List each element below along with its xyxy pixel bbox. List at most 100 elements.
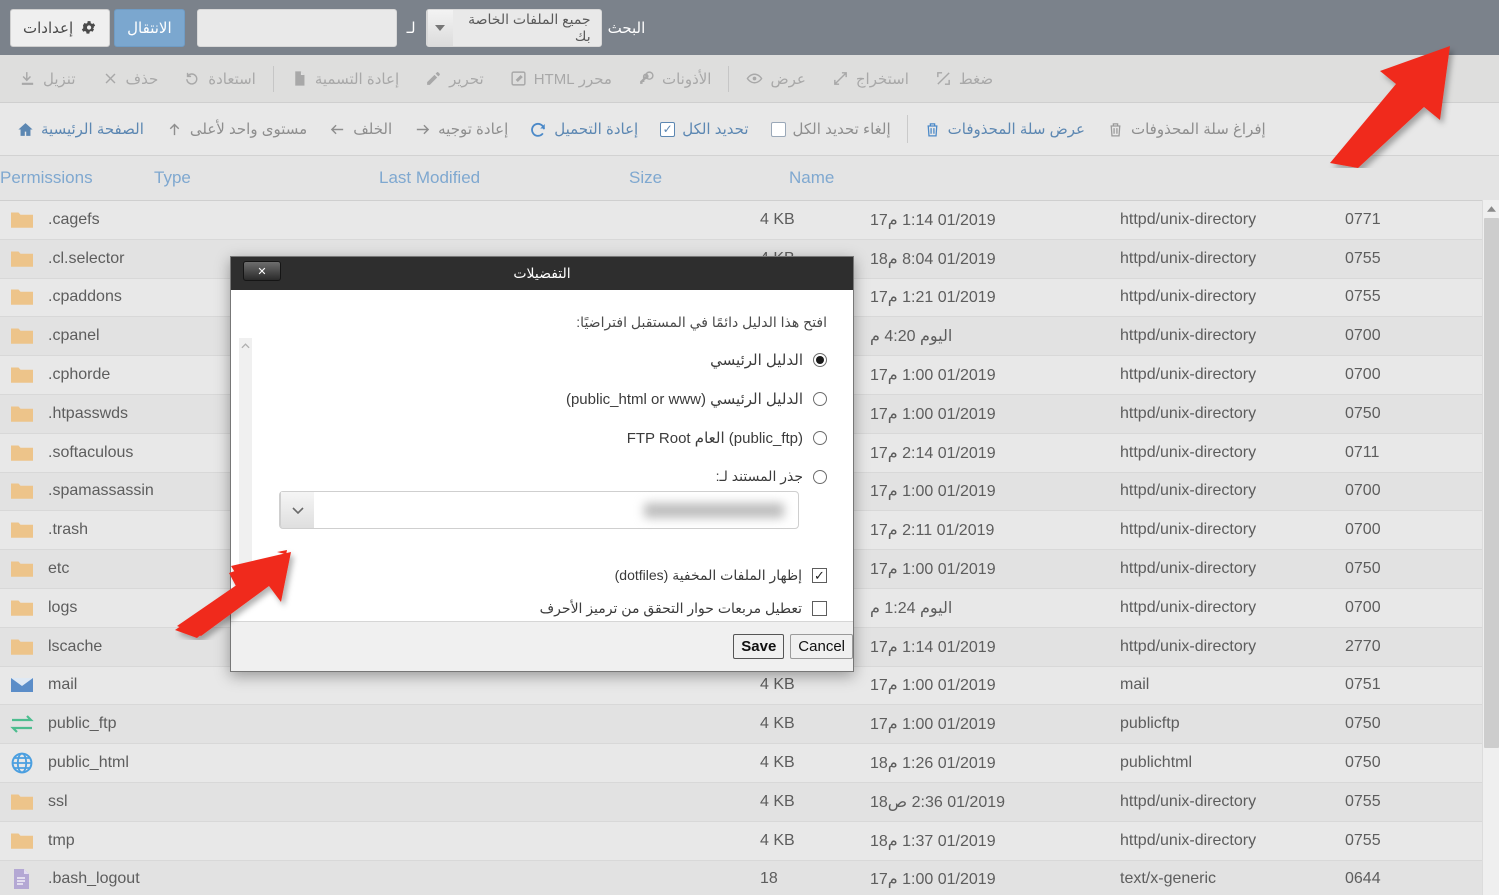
save-button[interactable]: Save xyxy=(733,634,785,659)
table-row[interactable]: public_html 4 KB 01/2019 1:26 م18 publichtm… xyxy=(0,744,1499,783)
toolbar-forward-label: إعادة توجيه xyxy=(438,121,509,138)
toolbar-extract[interactable]: استخراج xyxy=(819,56,922,102)
file-permissions-cell: 0755 xyxy=(1345,288,1381,306)
file-name-cell[interactable]: tmp xyxy=(0,830,760,852)
column-header-name[interactable]: Name xyxy=(739,168,1499,188)
radio-option-public-html[interactable]: الدليل الرئيسي (public_html or www) xyxy=(257,390,827,408)
dialog-scrollbar[interactable] xyxy=(239,338,252,588)
checkbox-checked-icon[interactable] xyxy=(812,568,827,583)
toolbar-forward[interactable]: إعادة توجيه xyxy=(403,104,519,155)
file-modified-cell: 01/2019 2:11 م17 xyxy=(870,522,995,540)
toolbar-home[interactable]: الصفحة الرئيسية xyxy=(6,104,155,155)
toolbar-up-one-level[interactable]: مستوى واحد لأعلى xyxy=(155,104,318,155)
toolbar-unselect-all[interactable]: إلغاء تحديد الكل xyxy=(760,104,902,155)
table-row[interactable]: .bash_logout 18 01/2019 1:00 م17 text/x-gen… xyxy=(0,860,1499,895)
file-modified-cell: 01/2019 1:00 م17 xyxy=(870,483,996,501)
table-row[interactable]: ssl 4 KB 01/2019 2:36 ص18 httpd/unix-direct… xyxy=(0,782,1499,822)
radio-option-home-dir[interactable]: الدليل الرئيسي xyxy=(257,351,827,369)
toolbar-delete[interactable]: حذف xyxy=(89,56,172,102)
checkbox-disable-charset-dialog[interactable]: تعطيل مربعات حوار التحقق من ترميز الأحرف xyxy=(257,600,827,617)
toolbar-download[interactable]: تنزيل xyxy=(6,56,89,102)
file-type-cell: httpd/unix-directory xyxy=(1120,831,1257,849)
checkbox-empty-icon[interactable] xyxy=(812,601,827,616)
radio-option-document-root-label: جذر المستند لـ: xyxy=(715,468,803,484)
page-scrollbar[interactable] xyxy=(1482,200,1499,895)
file-size-cell: 4 KB xyxy=(760,715,795,733)
column-header-permissions[interactable]: Permissions xyxy=(0,168,154,188)
toolbar-restore-label: استعادة xyxy=(208,70,256,88)
close-icon: ✕ xyxy=(257,265,267,278)
table-row[interactable]: tmp 4 KB 01/2019 1:37 م18 httpd/unix-direct… xyxy=(0,821,1499,861)
search-scope-select[interactable]: جميع الملفات الخاصة بك xyxy=(425,8,602,47)
toolbar-empty-trash[interactable]: إفراغ سلة المحذوفات xyxy=(1096,104,1277,155)
scrollbar-thumb[interactable] xyxy=(1484,218,1499,748)
radio-icon-selected[interactable] xyxy=(813,353,827,367)
save-button-label: Save xyxy=(741,638,777,655)
checkbox-show-hidden-files[interactable]: إظهار الملفات المخفية (dotfiles) xyxy=(257,567,827,584)
folder-icon xyxy=(10,248,34,270)
file-name-cell[interactable]: .bash_logout xyxy=(0,868,760,890)
settings-button-label: إعدادات xyxy=(23,19,74,37)
file-name-label: .softaculous xyxy=(48,443,134,461)
file-name-cell[interactable]: .cagefs xyxy=(0,209,760,231)
document-root-value xyxy=(644,502,784,518)
radio-option-home-dir-label: الدليل الرئيسي xyxy=(710,352,803,369)
document-root-select[interactable] xyxy=(279,491,799,529)
file-name-label: .cphorde xyxy=(48,366,111,384)
toolbar-view-trash[interactable]: عرض سلة المحذوفات xyxy=(913,104,1096,155)
table-row[interactable]: mail 4 KB 01/2019 1:00 م17 mail 0751 xyxy=(0,666,1499,706)
file-name-cell[interactable]: public_html xyxy=(0,752,760,774)
cancel-button[interactable]: Cancel xyxy=(790,634,853,659)
toolbar-rename[interactable]: إعادة التسمية xyxy=(278,56,412,102)
file-name-label: .cpanel xyxy=(48,327,100,345)
file-size-cell: 4 KB xyxy=(760,831,795,849)
toolbar-back[interactable]: الخلف xyxy=(318,104,403,155)
toolbar-view-label: عرض xyxy=(770,70,806,88)
toolbar-compress[interactable]: ضغط xyxy=(922,56,1006,102)
radio-option-document-root[interactable]: جذر المستند لـ: xyxy=(257,468,827,485)
folder-icon xyxy=(10,636,34,658)
column-header-last-modified[interactable]: Last Modified xyxy=(379,168,629,188)
settings-button[interactable]: إعدادات xyxy=(10,8,111,47)
dialog-scroll-up-icon[interactable] xyxy=(239,338,252,354)
column-header-size[interactable]: Size xyxy=(629,168,739,188)
toolbar-delete-label: حذف xyxy=(125,70,159,88)
arrow-up-icon xyxy=(166,121,183,138)
file-type-cell: text/x-generic xyxy=(1120,870,1217,888)
close-button[interactable]: ✕ xyxy=(243,261,281,281)
file-permissions-cell: 0750 xyxy=(1345,715,1381,733)
dialog-scroll-down-icon[interactable] xyxy=(239,572,252,588)
toolbar-select-all-label: تحديد الكل xyxy=(682,121,749,138)
toolbar-up-one-level-label: مستوى واحد لأعلى xyxy=(189,121,308,138)
column-header-type[interactable]: Type xyxy=(154,168,379,188)
goto-path-input[interactable] xyxy=(196,8,397,47)
globe-icon xyxy=(10,752,34,774)
toolbar-permissions[interactable]: الأذونات xyxy=(625,56,725,102)
file-name-cell[interactable]: ssl xyxy=(0,791,760,813)
radio-icon[interactable] xyxy=(813,431,827,445)
file-modified-cell: 01/2019 1:00 م17 xyxy=(870,716,996,734)
folder-icon xyxy=(10,325,34,347)
radio-icon[interactable] xyxy=(813,469,827,484)
key-icon xyxy=(638,70,655,87)
toolbar-view[interactable]: عرض xyxy=(733,56,818,102)
scroll-up-icon[interactable] xyxy=(1483,200,1499,217)
goto-button[interactable]: الانتقال xyxy=(114,8,185,47)
toolbar-rename-label: إعادة التسمية xyxy=(314,70,400,88)
transfer-icon xyxy=(10,713,34,735)
file-name-label: .bash_logout xyxy=(48,870,140,888)
radio-icon[interactable] xyxy=(813,392,827,406)
table-row[interactable]: public_ftp 4 KB 01/2019 1:00 م17 publicftp 0… xyxy=(0,705,1499,745)
file-name-cell[interactable]: mail xyxy=(0,674,760,696)
toolbar-edit[interactable]: تحرير xyxy=(412,56,497,102)
toolbar-select-all[interactable]: تحديد الكل xyxy=(649,104,759,155)
table-row[interactable]: .cagefs 4 KB 01/2019 1:14 م17 httpd/unix-di… xyxy=(0,201,1499,240)
toolbar-restore[interactable]: استعادة xyxy=(171,56,269,102)
trash-icon xyxy=(924,121,941,138)
file-name-cell[interactable]: public_ftp xyxy=(0,713,760,735)
radio-option-public-ftp[interactable]: FTP Root العام (public_ftp) xyxy=(257,429,827,447)
folder-icon xyxy=(10,480,34,502)
toolbar-html-editor[interactable]: محرر HTML xyxy=(497,56,625,102)
toolbar-reload[interactable]: إعادة التحميل xyxy=(519,104,649,155)
file-permissions-cell: 0750 xyxy=(1345,404,1381,422)
